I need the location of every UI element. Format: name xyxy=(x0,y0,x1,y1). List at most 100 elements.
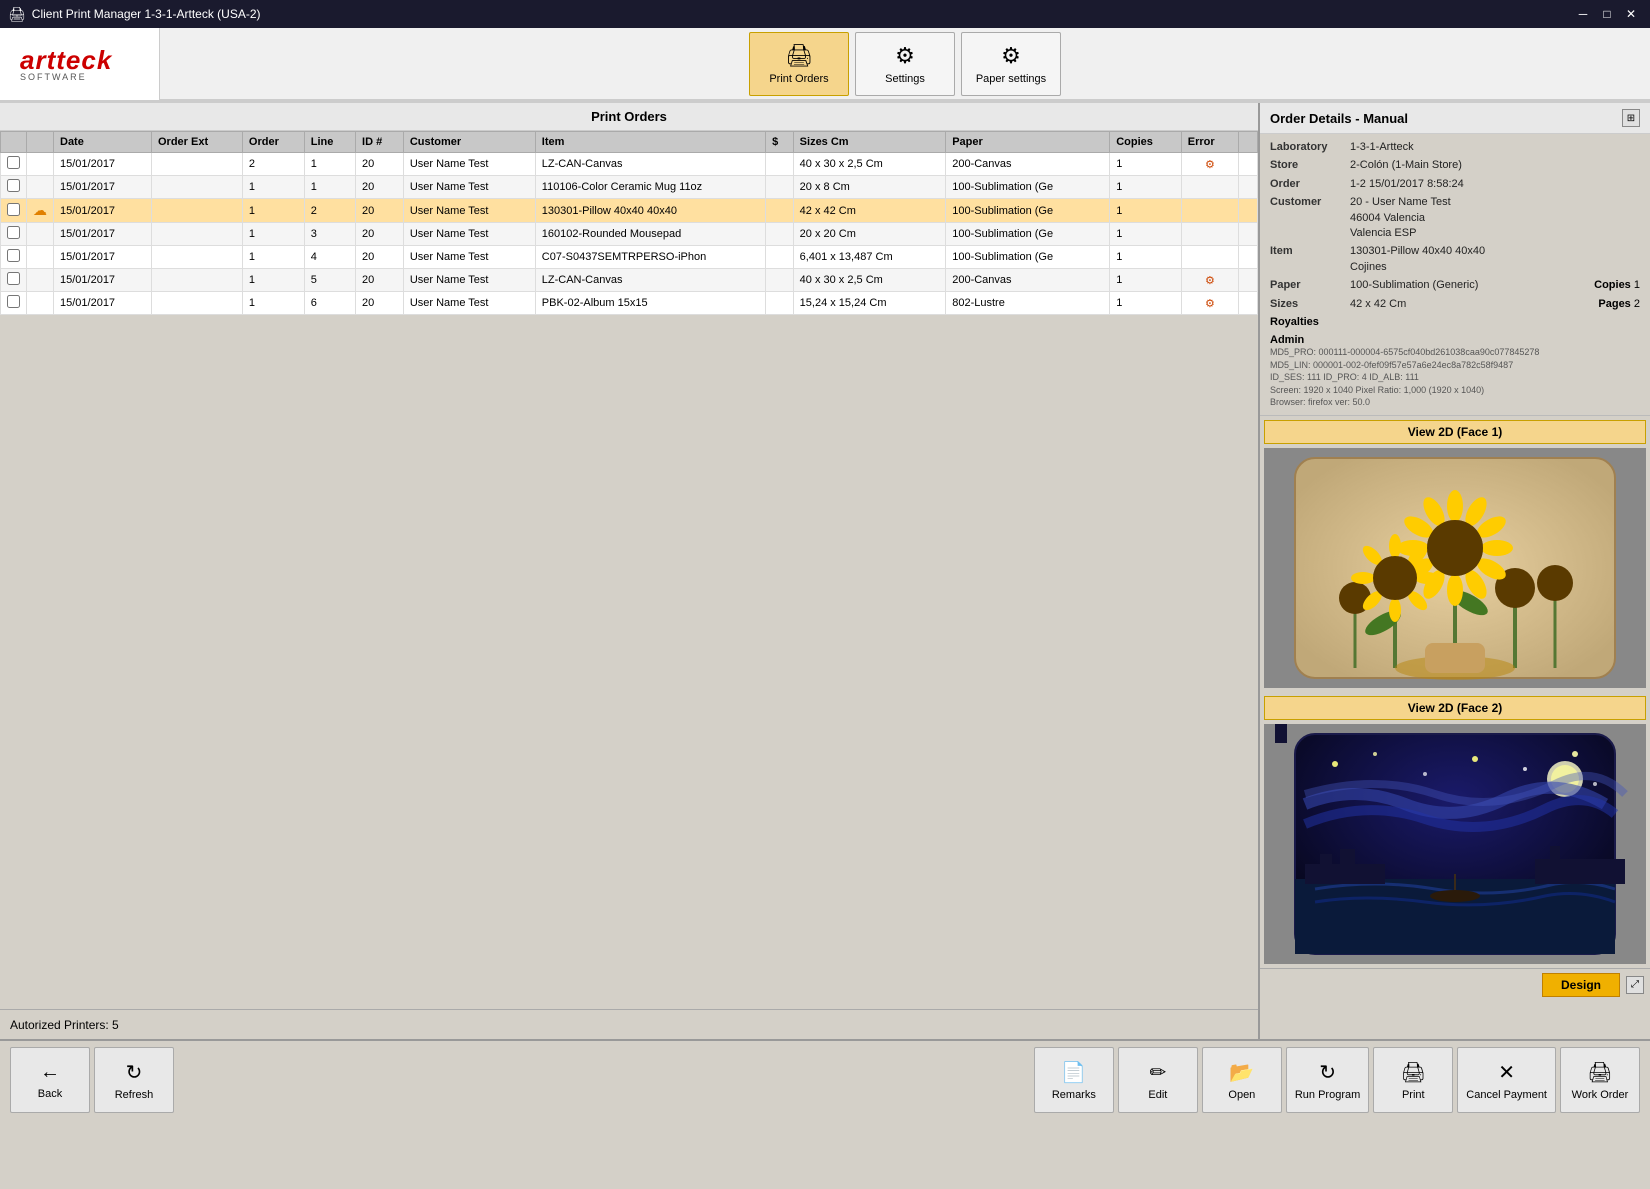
row-dollar-2 xyxy=(766,199,794,223)
row-error-5: ⚙ xyxy=(1181,269,1238,292)
row-copies-5: 1 xyxy=(1110,269,1182,292)
minimize-button[interactable]: ─ xyxy=(1572,3,1594,25)
col-paper: Paper xyxy=(946,132,1110,153)
row-order-6: 1 xyxy=(242,292,304,315)
table-row[interactable]: 15/01/2017 1 3 20 User Name Test 160102-… xyxy=(1,223,1258,246)
table-row[interactable]: 15/01/2017 2 1 20 User Name Test LZ-CAN-… xyxy=(1,153,1258,176)
row-order-ext-5 xyxy=(151,269,242,292)
row-copies-6: 1 xyxy=(1110,292,1182,315)
row-paper-2: 100-Sublimation (Ge xyxy=(946,199,1110,223)
design-button[interactable]: Design xyxy=(1542,973,1620,997)
row-sizes-2: 42 x 42 Cm xyxy=(793,199,946,223)
print-button[interactable]: 🖨 Print xyxy=(1373,1047,1453,1113)
row-checkbox-3[interactable] xyxy=(1,223,27,246)
row-dollar-0 xyxy=(766,153,794,176)
row-order-0: 2 xyxy=(242,153,304,176)
row-icon-2: ☁ xyxy=(27,199,54,223)
row-dollar-1 xyxy=(766,176,794,199)
col-dollar: $ xyxy=(766,132,794,153)
row-date-5: 15/01/2017 xyxy=(54,269,152,292)
remarks-button[interactable]: 📄 Remarks xyxy=(1034,1047,1114,1113)
row-paper-4: 100-Sublimation (Ge xyxy=(946,246,1110,269)
row-icon-4 xyxy=(27,246,54,269)
table-row[interactable]: ☁ 15/01/2017 1 2 20 User Name Test 13030… xyxy=(1,199,1258,223)
row-dollar-6 xyxy=(766,292,794,315)
paper-settings-button[interactable]: ⚙ Paper settings xyxy=(961,32,1061,96)
row-id-2: 20 xyxy=(356,199,404,223)
row-id-0: 20 xyxy=(356,153,404,176)
row-paper-3: 100-Sublimation (Ge xyxy=(946,223,1110,246)
row-id-5: 20 xyxy=(356,269,404,292)
row-item-5: LZ-CAN-Canvas xyxy=(535,269,765,292)
app-logo: artteck SOFTWARE xyxy=(20,47,112,82)
printer-icon: 🖨 xyxy=(785,43,813,69)
row-error-6: ⚙ xyxy=(1181,292,1238,315)
row-id-1: 20 xyxy=(356,176,404,199)
row-date-3: 15/01/2017 xyxy=(54,223,152,246)
settings-button[interactable]: ⚙ Settings xyxy=(855,32,955,96)
col-action xyxy=(1239,132,1258,153)
col-order: Order xyxy=(242,132,304,153)
cancel-payment-button[interactable]: ✕ Cancel Payment xyxy=(1457,1047,1556,1113)
design-area: Design ⤢ xyxy=(1260,968,1650,1001)
print-orders-button[interactable]: 🖨 Print Orders xyxy=(749,32,849,96)
row-error-1 xyxy=(1181,176,1238,199)
work-order-button[interactable]: 🖨 Work Order xyxy=(1560,1047,1640,1113)
view-face2-section: View 2D (Face 2) xyxy=(1260,692,1650,968)
col-customer: Customer xyxy=(403,132,535,153)
edit-button[interactable]: ✏ Edit xyxy=(1118,1047,1198,1113)
row-order-4: 1 xyxy=(242,246,304,269)
row-item-6: PBK-02-Album 15x15 xyxy=(535,292,765,315)
row-date-4: 15/01/2017 xyxy=(54,246,152,269)
row-checkbox-6[interactable] xyxy=(1,292,27,315)
order-details-title: Order Details - Manual ⊞ xyxy=(1260,103,1650,134)
row-line-6: 6 xyxy=(304,292,355,315)
main-toolbar: 🖨 Print Orders ⚙ Settings ⚙ Paper settin… xyxy=(160,28,1650,101)
open-button[interactable]: 📂 Open xyxy=(1202,1047,1282,1113)
refresh-icon: ↻ xyxy=(126,1060,143,1085)
row-item-4: C07-S0437SEMTRPERSO-iPhon xyxy=(535,246,765,269)
row-action-6 xyxy=(1239,292,1258,315)
row-order-ext-1 xyxy=(151,176,242,199)
row-icon-1 xyxy=(27,176,54,199)
paper-settings-icon: ⚙ xyxy=(1001,43,1021,69)
col-checkbox xyxy=(1,132,27,153)
row-id-3: 20 xyxy=(356,223,404,246)
row-checkbox-4[interactable] xyxy=(1,246,27,269)
table-row[interactable]: 15/01/2017 1 5 20 User Name Test LZ-CAN-… xyxy=(1,269,1258,292)
row-order-2: 1 xyxy=(242,199,304,223)
row-sizes-4: 6,401 x 13,487 Cm xyxy=(793,246,946,269)
row-checkbox-2[interactable] xyxy=(1,199,27,223)
admin-data: MD5_PRO: 000111-000004-6575cf040bd261038… xyxy=(1270,346,1640,409)
authorized-printers-label: Autorized Printers: 5 xyxy=(10,1018,119,1032)
error-icon: ⚙ xyxy=(1205,275,1215,287)
table-row[interactable]: 15/01/2017 1 4 20 User Name Test C07-S04… xyxy=(1,246,1258,269)
row-paper-1: 100-Sublimation (Ge xyxy=(946,176,1110,199)
cancel-payment-icon: ✕ xyxy=(1498,1060,1515,1085)
run-program-button[interactable]: ↻ Run Program xyxy=(1286,1047,1369,1113)
row-paper-0: 200-Canvas xyxy=(946,153,1110,176)
row-item-3: 160102-Rounded Mousepad xyxy=(535,223,765,246)
royalties-label: Royalties xyxy=(1270,316,1640,328)
close-button[interactable]: ✕ xyxy=(1620,3,1642,25)
maximize-button[interactable]: □ xyxy=(1596,3,1618,25)
row-checkbox-5[interactable] xyxy=(1,269,27,292)
refresh-button[interactable]: ↻ Refresh xyxy=(94,1047,174,1113)
orders-table-wrapper[interactable]: Date Order Ext Order Line ID # Customer … xyxy=(0,131,1258,1009)
expand-corner-button[interactable]: ⤢ xyxy=(1626,976,1644,994)
row-item-2: 130301-Pillow 40x40 40x40 xyxy=(535,199,765,223)
row-line-5: 5 xyxy=(304,269,355,292)
row-order-ext-0 xyxy=(151,153,242,176)
row-copies-3: 1 xyxy=(1110,223,1182,246)
row-sizes-5: 40 x 30 x 2,5 Cm xyxy=(793,269,946,292)
expand-button[interactable]: ⊞ xyxy=(1622,109,1640,127)
row-order-ext-2 xyxy=(151,199,242,223)
row-date-2: 15/01/2017 xyxy=(54,199,152,223)
row-checkbox-0[interactable] xyxy=(1,153,27,176)
row-checkbox-1[interactable] xyxy=(1,176,27,199)
table-row[interactable]: 15/01/2017 1 1 20 User Name Test 110106-… xyxy=(1,176,1258,199)
back-button[interactable]: ← Back xyxy=(10,1047,90,1113)
row-sizes-1: 20 x 8 Cm xyxy=(793,176,946,199)
view-face1-image xyxy=(1264,448,1646,688)
table-row[interactable]: 15/01/2017 1 6 20 User Name Test PBK-02-… xyxy=(1,292,1258,315)
